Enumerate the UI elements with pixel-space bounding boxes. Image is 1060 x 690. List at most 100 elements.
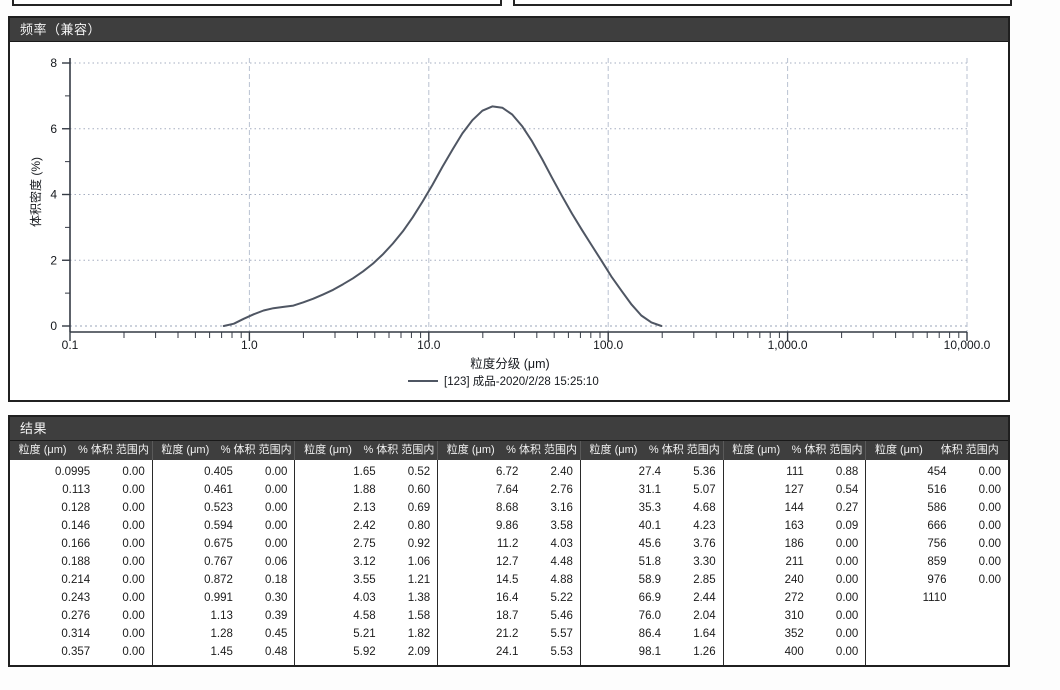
table-row: 40.14.23 xyxy=(581,517,723,535)
size-cell: 86.4 xyxy=(581,625,663,643)
percent-cell: 0.39 xyxy=(235,607,295,625)
size-cell: 5.92 xyxy=(295,643,377,661)
size-cell: 516 xyxy=(866,481,948,499)
column-group-header: 粒度 (μm)% 体积 范围内 xyxy=(723,441,866,460)
percent-column-header: % 体积 范围内 xyxy=(789,441,866,460)
x-axis-title: 粒度分级 (μm) xyxy=(470,356,549,371)
percent-cell: 5.22 xyxy=(520,589,580,607)
percent-cell: 5.07 xyxy=(663,481,723,499)
table-row: 9760.00 xyxy=(866,571,1008,589)
table-row: 0.3140.00 xyxy=(10,625,152,643)
table-row: 1440.27 xyxy=(724,499,866,517)
size-cell: 7.64 xyxy=(438,481,520,499)
table-row: 0.1460.00 xyxy=(10,517,152,535)
percent-cell: 5.36 xyxy=(663,463,723,481)
table-row: 3.121.06 xyxy=(295,553,437,571)
percent-cell: 0.00 xyxy=(949,535,1009,553)
size-cell: 0.276 xyxy=(10,607,92,625)
table-row: 0.5230.00 xyxy=(153,499,295,517)
percent-cell: 0.00 xyxy=(235,517,295,535)
size-cell: 0.872 xyxy=(153,571,235,589)
size-column-header: 粒度 (μm) xyxy=(153,441,218,460)
table-row: 5.922.09 xyxy=(295,643,437,661)
percent-cell: 3.30 xyxy=(663,553,723,571)
percent-cell: 0.00 xyxy=(235,481,295,499)
percent-cell: 0.06 xyxy=(235,553,295,571)
frequency-distribution-chart: 0.11.010.0100.01,000.010,000.002468体积密度 … xyxy=(10,42,1008,398)
table-row: 1.880.60 xyxy=(295,481,437,499)
table-row: 0.1280.00 xyxy=(10,499,152,517)
size-cell: 0.357 xyxy=(10,643,92,661)
percent-cell: 0.00 xyxy=(92,625,152,643)
table-row: 8.683.16 xyxy=(438,499,580,517)
percent-cell: 0.00 xyxy=(949,499,1009,517)
percent-cell: 2.04 xyxy=(663,607,723,625)
size-cell: 211 xyxy=(724,553,806,571)
table-row: 2110.00 xyxy=(724,553,866,571)
table-row: 12.74.48 xyxy=(438,553,580,571)
percent-cell: 1.26 xyxy=(663,643,723,661)
percent-cell: 0.00 xyxy=(235,463,295,481)
table-row: 4540.00 xyxy=(866,463,1008,481)
size-cell: 66.9 xyxy=(581,589,663,607)
size-cell: 400 xyxy=(724,643,806,661)
size-cell: 0.214 xyxy=(10,571,92,589)
x-tick-label: 10,000.0 xyxy=(944,338,991,352)
table-row: 6660.00 xyxy=(866,517,1008,535)
percent-cell: 0.00 xyxy=(806,535,866,553)
size-cell: 5.21 xyxy=(295,625,377,643)
percent-cell: 0.52 xyxy=(378,463,438,481)
percent-cell: 0.00 xyxy=(949,553,1009,571)
size-cell: 0.188 xyxy=(10,553,92,571)
column-group: 0.09950.000.1130.000.1280.000.1460.000.1… xyxy=(10,460,152,665)
percent-cell: 0.00 xyxy=(949,481,1009,499)
column-group-header: 粒度 (μm)% 体积 范围内 xyxy=(437,441,580,460)
percent-cell: 0.00 xyxy=(92,571,152,589)
table-row: 2.130.69 xyxy=(295,499,437,517)
table-row: 1630.09 xyxy=(724,517,866,535)
percent-cell: 1.64 xyxy=(663,625,723,643)
table-row: 1270.54 xyxy=(724,481,866,499)
table-row: 8590.00 xyxy=(866,553,1008,571)
table-row: 0.3570.00 xyxy=(10,643,152,661)
percent-cell: 0.60 xyxy=(378,481,438,499)
percent-cell xyxy=(949,589,1009,607)
table-row: 45.63.76 xyxy=(581,535,723,553)
report-page: 频率（兼容） 0.11.010.0100.01,000.010,000.0024… xyxy=(0,0,1060,690)
column-group: 0.4050.000.4610.000.5230.000.5940.000.67… xyxy=(152,460,295,665)
table-row: 4.581.58 xyxy=(295,607,437,625)
percent-cell: 0.92 xyxy=(378,535,438,553)
y-tick-label: 6 xyxy=(50,122,57,136)
size-cell: 0.405 xyxy=(153,463,235,481)
cutoff-panel-right xyxy=(513,0,1012,6)
table-row: 58.92.85 xyxy=(581,571,723,589)
table-row: 1.450.48 xyxy=(153,643,295,661)
size-cell: 18.7 xyxy=(438,607,520,625)
table-row: 0.2140.00 xyxy=(10,571,152,589)
percent-cell: 3.58 xyxy=(520,517,580,535)
size-cell: 16.4 xyxy=(438,589,520,607)
percent-cell: 3.76 xyxy=(663,535,723,553)
size-cell: 45.6 xyxy=(581,535,663,553)
size-cell: 756 xyxy=(866,535,948,553)
percent-cell: 0.30 xyxy=(235,589,295,607)
percent-cell: 2.09 xyxy=(378,643,438,661)
size-cell: 2.75 xyxy=(295,535,377,553)
column-group-header: 粒度 (μm)体积 范围内 xyxy=(865,441,1008,460)
x-tick-label: 1,000.0 xyxy=(768,338,808,352)
size-cell: 1.28 xyxy=(153,625,235,643)
y-tick-label: 4 xyxy=(50,188,57,202)
table-row: 9.863.58 xyxy=(438,517,580,535)
results-panel: 结果 粒度 (μm)% 体积 范围内粒度 (μm)% 体积 范围内粒度 (μm)… xyxy=(8,415,1010,667)
table-row: 0.7670.06 xyxy=(153,553,295,571)
table-row: 86.41.64 xyxy=(581,625,723,643)
size-cell: 0.594 xyxy=(153,517,235,535)
size-cell: 111 xyxy=(724,463,806,481)
table-row: 14.54.88 xyxy=(438,571,580,589)
percent-cell: 0.00 xyxy=(235,535,295,553)
percent-cell: 1.38 xyxy=(378,589,438,607)
size-cell: 0.166 xyxy=(10,535,92,553)
size-cell: 3.55 xyxy=(295,571,377,589)
table-row: 7.642.76 xyxy=(438,481,580,499)
column-group: 6.722.407.642.768.683.169.863.5811.24.03… xyxy=(437,460,580,665)
